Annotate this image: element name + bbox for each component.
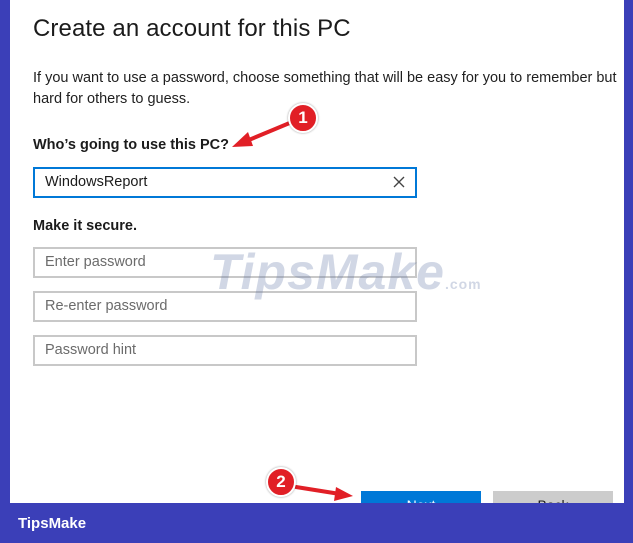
annotation-arrow-2 [294,485,353,501]
annotation-badge-1: 1 [288,103,318,133]
annotation-badge-2: 2 [266,467,296,497]
footer-bar [0,503,633,543]
footer-brand: TipsMake [18,515,87,532]
